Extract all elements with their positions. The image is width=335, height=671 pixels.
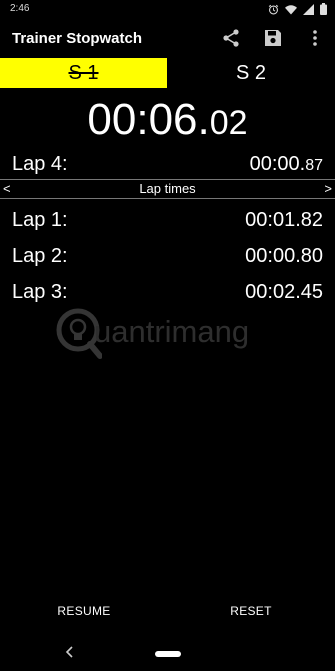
lap-time: 00:02.45 xyxy=(245,280,323,303)
lap-label: Lap 1: xyxy=(12,208,68,231)
prev-arrow[interactable]: < xyxy=(3,180,11,198)
main-timer-hundredths: 02 xyxy=(209,104,248,142)
lap-times-header: < Lap times > xyxy=(0,180,335,198)
status-icons xyxy=(268,3,327,15)
lap-row: Lap 2: 00:00.80 xyxy=(12,238,323,274)
current-lap-hundredths: 87 xyxy=(305,156,323,174)
lap-label: Lap 2: xyxy=(12,244,68,267)
stopwatch-tabs: S 1 S 2 xyxy=(0,58,335,88)
app-actions xyxy=(221,28,325,48)
chevron-left-icon[interactable] xyxy=(62,644,78,660)
navigation-bar xyxy=(0,636,335,671)
wifi-icon xyxy=(285,4,297,15)
divider xyxy=(0,198,335,199)
main-timer-value: 00:06. xyxy=(87,95,210,144)
lap-row: Lap 3: 00:02.45 xyxy=(12,274,323,310)
tab-s2[interactable]: S 2 xyxy=(167,58,335,88)
status-time: 2:46 xyxy=(10,3,30,14)
current-lap-time-value: 00:00. xyxy=(249,152,306,175)
status-bar: 2:46 xyxy=(0,0,335,20)
current-lap-label: Lap 4: xyxy=(12,152,68,175)
tab-s1[interactable]: S 1 xyxy=(0,58,167,88)
next-arrow[interactable]: > xyxy=(324,180,332,198)
main-timer: 00:06.02 xyxy=(0,92,335,148)
watermark-text: uantrimang xyxy=(94,314,250,349)
more-vert-icon[interactable] xyxy=(305,28,325,48)
lap-list: Lap 1: 00:01.82 Lap 2: 00:00.80 Lap 3: 0… xyxy=(12,202,323,310)
alarm-icon xyxy=(268,4,279,15)
home-pill[interactable] xyxy=(155,651,181,657)
app-title: Trainer Stopwatch xyxy=(12,30,143,47)
current-lap: Lap 4: 00:00.87 xyxy=(12,150,323,178)
current-lap-time: 00:00.87 xyxy=(250,153,323,176)
lap-times-title: Lap times xyxy=(139,181,196,196)
lap-label: Lap 3: xyxy=(12,280,68,303)
battery-icon xyxy=(320,3,327,15)
watermark: uantrimang xyxy=(54,306,294,366)
lap-row: Lap 1: 00:01.82 xyxy=(12,202,323,238)
reset-button[interactable]: RESET xyxy=(191,598,311,624)
resume-button[interactable]: RESUME xyxy=(24,598,144,624)
lap-time: 00:00.80 xyxy=(245,244,323,267)
signal-icon xyxy=(303,3,314,15)
bottom-bar: RESUME RESET xyxy=(0,598,335,624)
app-bar: Trainer Stopwatch xyxy=(0,20,335,58)
share-icon[interactable] xyxy=(221,28,241,48)
save-icon[interactable] xyxy=(263,28,283,48)
lap-time: 00:01.82 xyxy=(245,208,323,231)
